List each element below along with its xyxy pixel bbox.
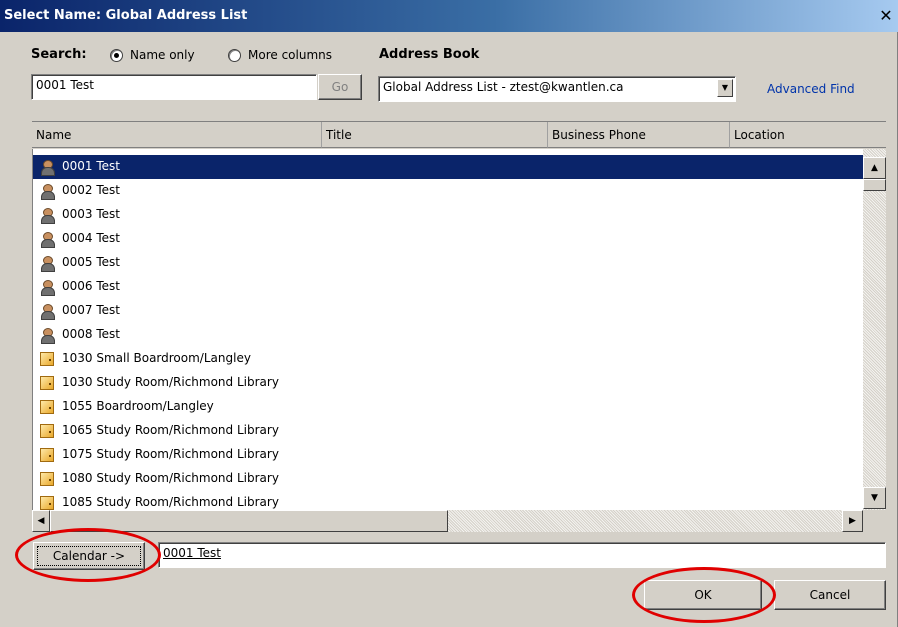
column-location[interactable]: Location (730, 122, 886, 148)
scroll-left-icon[interactable]: ◀ (32, 510, 50, 532)
address-book-dropdown[interactable]: Global Address List - ztest@kwantlen.ca … (378, 76, 736, 102)
person-icon (40, 256, 55, 272)
list-item-name: 0002 Test (62, 183, 120, 197)
window-title: Select Name: Global Address List (4, 8, 248, 23)
column-business-phone[interactable]: Business Phone (548, 122, 730, 148)
person-icon (40, 328, 55, 344)
room-icon (40, 352, 54, 366)
person-icon (40, 160, 55, 176)
list-item-name: 0003 Test (62, 207, 120, 221)
list-item-name: 0001 Test (62, 159, 120, 173)
list-item[interactable]: 0006 Test (33, 275, 863, 299)
cancel-button[interactable]: Cancel (774, 580, 886, 610)
close-icon[interactable]: ✕ (876, 6, 896, 26)
list-item[interactable]: 1065 Study Room/Richmond Library (33, 419, 863, 443)
more-columns-label[interactable]: More columns (248, 48, 332, 62)
list-item-name: 1085 Study Room/Richmond Library (62, 495, 279, 509)
scroll-right-icon[interactable]: ▶ (842, 510, 863, 532)
address-book-label: Address Book (379, 47, 480, 62)
calendar-button[interactable]: Calendar -> (33, 542, 145, 570)
calendar-recipient-field[interactable]: 0001 Test (158, 542, 886, 568)
list-item[interactable]: 0003 Test (33, 203, 863, 227)
list-item[interactable]: 0004 Test (33, 227, 863, 251)
list-item[interactable]: 0005 Test (33, 251, 863, 275)
list-item-name: 1030 Small Boardroom/Langley (62, 351, 251, 365)
dropdown-arrow-icon[interactable]: ▼ (717, 79, 733, 97)
person-icon (40, 208, 55, 224)
horizontal-scroll-thumb[interactable] (50, 510, 448, 532)
list-item[interactable]: 0008 Test (33, 323, 863, 347)
list-item[interactable]: 0007 Test (33, 299, 863, 323)
room-icon (40, 376, 54, 390)
select-name-dialog: Select Name: Global Address List ✕ Searc… (0, 0, 898, 627)
list-item[interactable]: 0001 Test (33, 155, 863, 179)
scroll-down-icon[interactable]: ▼ (863, 487, 886, 509)
column-title[interactable]: Title (322, 122, 548, 148)
search-label: Search: (31, 47, 87, 62)
list-item[interactable]: 1075 Study Room/Richmond Library (33, 443, 863, 467)
vertical-scrollbar[interactable]: ▲ ▼ (863, 149, 886, 510)
go-button[interactable]: Go (318, 74, 362, 100)
address-list: 0001 Test 0002 Test 0003 Test 0004 Test … (32, 149, 863, 510)
title-bar: Select Name: Global Address List ✕ (0, 0, 898, 32)
search-input[interactable]: 0001 Test (31, 74, 317, 100)
more-columns-radio[interactable] (228, 49, 241, 62)
room-icon (40, 448, 54, 462)
list-item-name: 1030 Study Room/Richmond Library (62, 375, 279, 389)
list-item-name: 0005 Test (62, 255, 120, 269)
person-icon (40, 304, 55, 320)
list-item-name: 1080 Study Room/Richmond Library (62, 471, 279, 485)
horizontal-scrollbar[interactable]: ◀ ▶ (32, 510, 863, 532)
person-icon (40, 280, 55, 296)
list-item-name: 1055 Boardroom/Langley (62, 399, 214, 413)
advanced-find-link[interactable]: Advanced Find (767, 82, 855, 96)
list-item-name: 0007 Test (62, 303, 120, 317)
list-item[interactable]: 1030 Small Boardroom/Langley (33, 347, 863, 371)
list-item[interactable]: 1080 Study Room/Richmond Library (33, 467, 863, 491)
list-item[interactable]: 0002 Test (33, 179, 863, 203)
scroll-thumb[interactable] (863, 179, 886, 191)
address-book-selected: Global Address List - ztest@kwantlen.ca (383, 80, 624, 94)
column-name[interactable]: Name (32, 122, 322, 148)
list-item-name: 0008 Test (62, 327, 120, 341)
room-icon (40, 496, 54, 510)
list-item[interactable]: 1055 Boardroom/Langley (33, 395, 863, 419)
list-item[interactable]: 1030 Study Room/Richmond Library (33, 371, 863, 395)
ok-button[interactable]: OK (644, 580, 762, 610)
calendar-recipient-name: 0001 Test (163, 546, 221, 560)
name-only-label[interactable]: Name only (130, 48, 195, 62)
list-item-name: 0006 Test (62, 279, 120, 293)
room-icon (40, 400, 54, 414)
list-item[interactable]: 1085 Study Room/Richmond Library (33, 491, 863, 510)
list-header: Name Title Business Phone Location (32, 121, 886, 149)
list-item-name: 1075 Study Room/Richmond Library (62, 447, 279, 461)
list-item-name: 1065 Study Room/Richmond Library (62, 423, 279, 437)
room-icon (40, 424, 54, 438)
person-icon (40, 232, 55, 248)
person-icon (40, 184, 55, 200)
list-item-name: 0004 Test (62, 231, 120, 245)
scroll-corner (863, 510, 886, 532)
scroll-up-icon[interactable]: ▲ (863, 157, 886, 179)
name-only-radio[interactable] (110, 49, 123, 62)
room-icon (40, 472, 54, 486)
